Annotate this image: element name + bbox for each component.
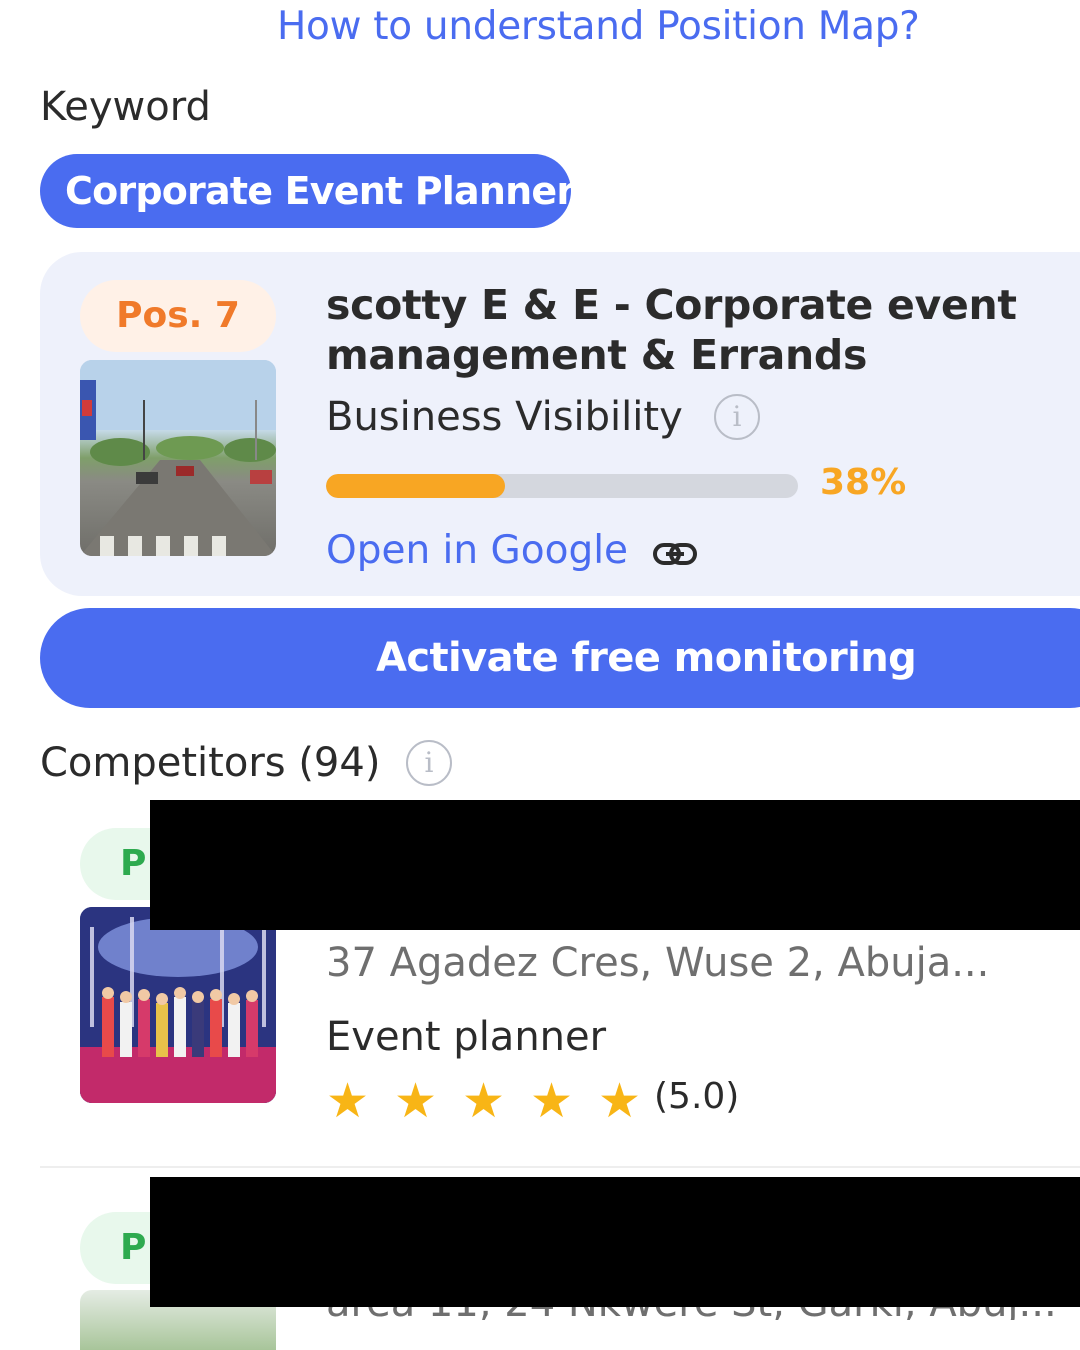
star-icon: ★ bbox=[530, 1073, 574, 1129]
star-icon: ★ bbox=[394, 1073, 438, 1129]
redaction-block bbox=[150, 1177, 1080, 1307]
star-icon: ★ bbox=[326, 1073, 370, 1129]
redaction-block bbox=[150, 800, 1080, 930]
visibility-progress-fill bbox=[326, 474, 506, 498]
competitors-heading: Competitors (94) bbox=[40, 740, 381, 786]
star-icon: ★ bbox=[462, 1073, 506, 1129]
business-visibility-label: Business Visibility bbox=[326, 394, 683, 440]
rating-value: (5.0) bbox=[654, 1076, 740, 1117]
competitor-address: 37 Agadez Cres, Wuse 2, Abuja... bbox=[326, 940, 990, 986]
business-photo bbox=[80, 360, 276, 556]
open-in-google-link[interactable]: Open in Google bbox=[326, 528, 628, 573]
keyword-label: Keyword bbox=[40, 84, 211, 130]
rating-stars: ★ ★ ★ ★ ★ bbox=[326, 1076, 662, 1126]
position-badge: Pos. 7 bbox=[80, 280, 276, 352]
link-icon[interactable] bbox=[650, 534, 700, 574]
info-icon[interactable]: i bbox=[406, 740, 452, 786]
keyword-chip[interactable]: Corporate Event Planner bbox=[40, 154, 575, 228]
visibility-progress-bar bbox=[326, 474, 798, 498]
competitor-photo bbox=[80, 907, 276, 1103]
star-icon: ★ bbox=[598, 1073, 642, 1129]
info-icon[interactable]: i bbox=[714, 394, 760, 440]
business-name: scotty E & E - Corporate event managemen… bbox=[326, 281, 1017, 379]
activate-monitoring-button[interactable]: Activate free monitoring bbox=[40, 608, 1080, 708]
position-map-help-link[interactable]: How to understand Position Map? bbox=[277, 4, 920, 49]
competitor-category: Event planner bbox=[326, 1014, 607, 1060]
visibility-percent: 38% bbox=[820, 462, 907, 503]
list-divider bbox=[40, 1166, 1080, 1168]
